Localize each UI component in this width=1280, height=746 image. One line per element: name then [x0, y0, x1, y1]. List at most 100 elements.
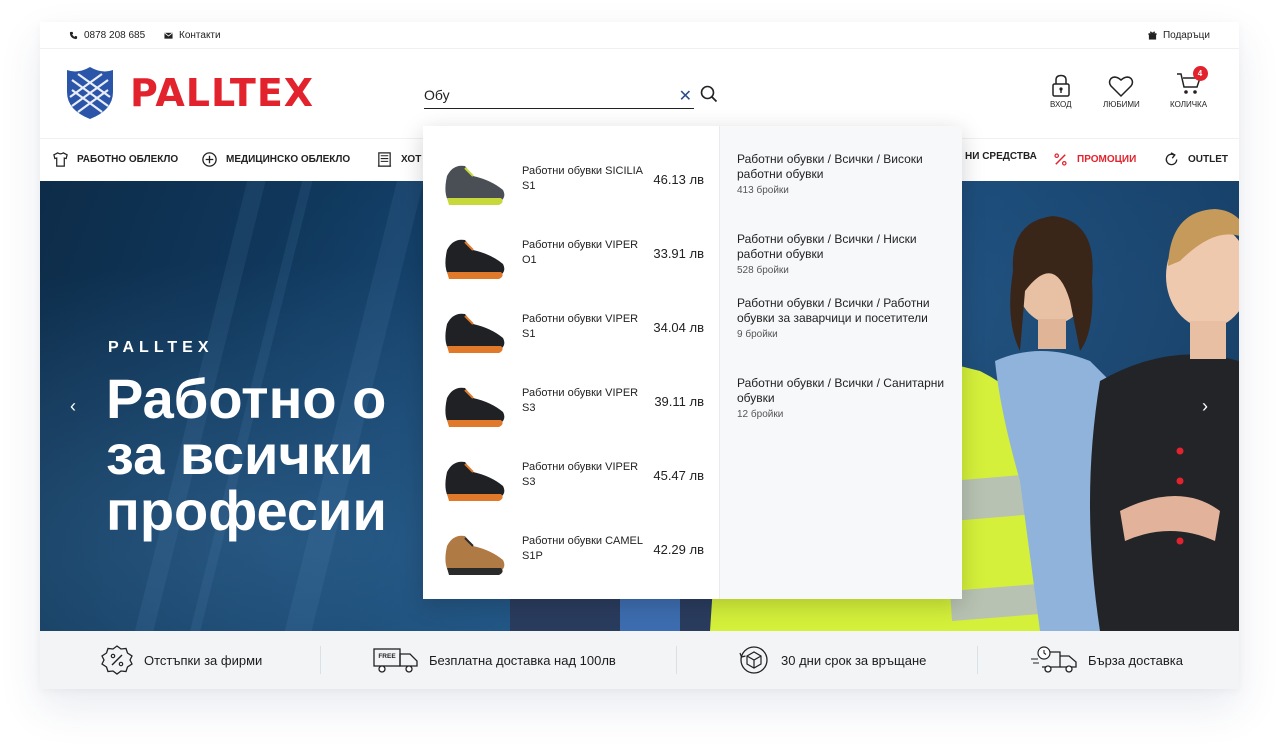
refresh-icon: [1165, 152, 1178, 166]
category-suggestions: Работни обувки / Всички / Високи работни…: [720, 126, 962, 599]
phone-link[interactable]: 0878 208 685: [69, 30, 145, 41]
nav-item-medical-clothing[interactable]: МЕДИЦИНСКО ОБЛЕКЛО: [201, 151, 350, 168]
product-name: Работни обувки VIPER S3: [522, 387, 639, 414]
nav-item-label: OUTLET: [1188, 154, 1228, 165]
category-path: Работни обувки / Всички / Санитарни обув…: [737, 376, 945, 405]
feature-label: 30 дни срок за връщане: [781, 652, 927, 668]
nav-item-label: РАБОТНО ОБЛЕКЛО: [77, 154, 179, 165]
product-suggestion[interactable]: Работни обувки VIPER S3 39.11 лв: [423, 368, 720, 442]
medical-cross-icon: [202, 152, 217, 167]
feature-returns: 30 дни срок за връщане: [737, 645, 926, 675]
search-suggestions-dropdown: Работни обувки SICILIA S1 46.13 лв Работни…: [423, 126, 962, 599]
phone-icon: [69, 31, 78, 40]
feature-fast-delivery: Бърза доставка: [1030, 645, 1183, 675]
search-box: ✕: [424, 82, 694, 109]
free-delivery-truck-icon: FREE: [373, 648, 418, 673]
product-price: 45.47 лв: [653, 468, 704, 483]
feature-business-discounts: Отстъпки за фирми: [100, 645, 262, 675]
nav-item-label: НИ СРЕДСТВА: [965, 151, 1037, 162]
features-bar: Отстъпки за фирми FREE Безплатна доставк…: [40, 631, 1239, 689]
favorites-label: ЛЮБИМИ: [1103, 100, 1140, 109]
product-price: 42.29 лв: [653, 542, 704, 557]
discount-badge-icon: [101, 645, 133, 675]
cart-button[interactable]: 4 КОЛИЧКА: [1170, 66, 1208, 109]
search-icon[interactable]: [700, 85, 718, 103]
shoe-thumbnail: [445, 461, 505, 501]
login-button[interactable]: ВХОД: [1050, 74, 1072, 109]
percent-icon: [1054, 153, 1067, 166]
favorites-button[interactable]: ЛЮБИМИ: [1103, 74, 1140, 109]
shirt-icon: [53, 152, 68, 167]
nav-item-hotel[interactable]: ХОТ: [376, 151, 421, 168]
brand-name: PALLTEX: [130, 71, 315, 115]
nav-item-label: МЕДИЦИНСКО ОБЛЕКЛО: [226, 154, 351, 165]
feature-label: Безплатна доставка над 100лв: [429, 652, 616, 668]
nav-item-label: ПРОМОЦИИ: [1077, 154, 1137, 165]
gifts-label: Подаръци: [1162, 30, 1210, 41]
feature-divider: [977, 646, 978, 674]
product-name: Работни обувки VIPER S1: [522, 313, 639, 340]
shoe-thumbnail: [445, 239, 505, 279]
product-suggestion[interactable]: Работни обувки VIPER O1 33.91 лв: [423, 220, 720, 294]
product-name: Работни обувки CAMEL S1P: [522, 535, 643, 562]
close-icon[interactable]: ✕: [679, 86, 692, 106]
contacts-label: Контакти: [179, 30, 221, 41]
top-bar: 0878 208 685 Контакти Подаръци: [40, 22, 1239, 49]
chevron-right-icon: ›: [1202, 395, 1208, 416]
shoe-thumbnail: [445, 535, 505, 575]
product-price: 46.13 лв: [653, 172, 704, 187]
category-count: 9 бройки: [737, 329, 778, 340]
envelope-icon: [164, 32, 173, 39]
category-suggestion[interactable]: Работни обувки / Всички / Ниски работни …: [737, 232, 949, 276]
product-price: 39.11 лв: [654, 394, 704, 409]
slider-next-button[interactable]: ›: [1190, 391, 1220, 421]
brand-logo[interactable]: PALLTEX: [64, 66, 314, 120]
category-path: Работни обувки / Всички / Работни обувки…: [737, 296, 930, 325]
product-suggestions: Работни обувки SICILIA S1 46.13 лв Работни…: [423, 126, 720, 599]
shoe-thumbnail: [445, 313, 505, 353]
category-suggestion[interactable]: Работни обувки / Всички / Санитарни обув…: [737, 376, 949, 420]
cart-label: КОЛИЧКА: [1170, 100, 1208, 109]
contacts-link[interactable]: Контакти: [164, 30, 221, 41]
product-name: Работни обувки SICILIA S1: [522, 165, 643, 192]
feature-label: Отстъпки за фирми: [144, 652, 263, 668]
feature-label: Бърза доставка: [1088, 652, 1184, 668]
heart-icon: [1109, 76, 1134, 98]
hotel-icon: [377, 152, 392, 167]
return-box-icon: [739, 646, 768, 674]
product-price: 34.04 лв: [653, 320, 704, 335]
feature-divider: [320, 646, 321, 674]
nav-item-label: ХОТ: [401, 154, 422, 165]
category-path: Работни обувки / Всички / Ниски работни …: [737, 232, 917, 261]
cart-count-badge: 4: [1192, 66, 1208, 81]
shoe-thumbnail: [445, 387, 505, 427]
fast-delivery-icon: [1031, 646, 1077, 673]
product-suggestion[interactable]: Работни обувки CAMEL S1P 42.29 лв: [423, 516, 720, 590]
category-suggestion[interactable]: Работни обувки / Всички / Работни обувки…: [737, 296, 949, 340]
shoe-thumbnail: [445, 165, 505, 205]
gift-icon: [1148, 31, 1157, 40]
product-name: Работни обувки VIPER O1: [522, 239, 639, 266]
lock-icon: [1052, 74, 1070, 97]
feature-divider: [676, 646, 677, 674]
free-label: FREE: [378, 653, 396, 660]
search-input[interactable]: [424, 82, 664, 108]
nav-item-outlet[interactable]: OUTLET: [1163, 151, 1228, 168]
nav-item-work-clothing[interactable]: РАБОТНО ОБЛЕКЛО: [52, 151, 178, 168]
shield-logo-icon: [67, 67, 113, 119]
category-suggestion[interactable]: Работни обувки / Всички / Високи работни…: [737, 152, 949, 196]
product-suggestion[interactable]: Работни обувки VIPER S1 34.04 лв: [423, 294, 720, 368]
gifts-link[interactable]: Подаръци: [1148, 30, 1210, 41]
category-count: 528 бройки: [737, 265, 789, 276]
nav-item-promotions[interactable]: ПРОМОЦИИ: [1052, 151, 1136, 168]
site-header: PALLTEX ✕ ВХОД ЛЮБИМИ: [40, 50, 1239, 138]
phone-number: 0878 208 685: [84, 30, 146, 41]
product-suggestion[interactable]: Работни обувки SICILIA S1 46.13 лв: [423, 146, 720, 220]
category-path: Работни обувки / Всички / Високи работни…: [737, 152, 923, 181]
product-suggestion[interactable]: Работни обувки VIPER S3 45.47 лв: [423, 442, 720, 516]
hero-kicker: PALLTEX: [108, 339, 214, 356]
category-count: 12 бройки: [737, 409, 784, 420]
product-name: Работни обувки VIPER S3: [522, 461, 639, 488]
slider-prev-button[interactable]: ‹: [58, 391, 88, 421]
nav-item-protective-gear[interactable]: НИ СРЕДСТВА: [965, 151, 1037, 162]
